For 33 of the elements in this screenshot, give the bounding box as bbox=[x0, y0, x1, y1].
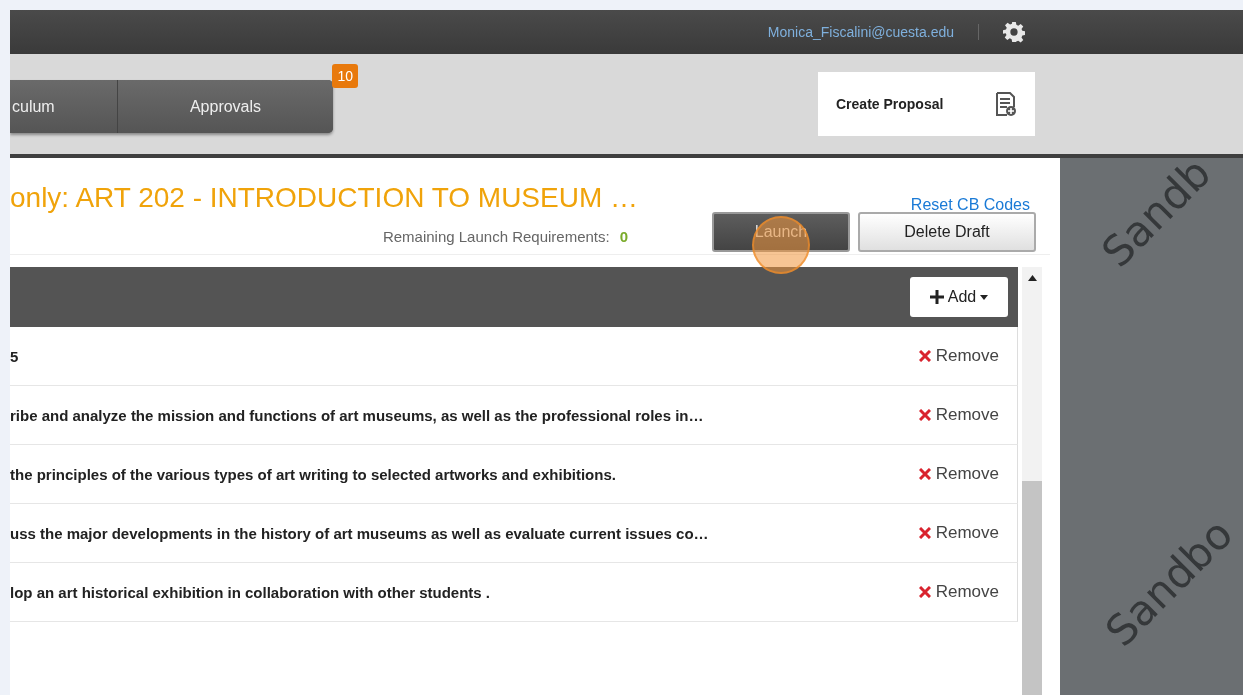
remove-button[interactable]: Remove bbox=[918, 346, 999, 366]
document-add-icon bbox=[995, 91, 1017, 117]
settings-icon[interactable] bbox=[1003, 21, 1025, 43]
plus-icon bbox=[929, 290, 944, 304]
proposal-title: only: ART 202 - INTRODUCTION TO MUSEUM … bbox=[10, 182, 639, 214]
outcome-text: ribe and analyze the mission and functions of art museums, as well as the professional roles in… bbox=[10, 406, 704, 424]
close-icon bbox=[918, 350, 931, 362]
delete-draft-button[interactable]: Delete Draft bbox=[858, 212, 1036, 252]
remove-button[interactable]: Remove bbox=[918, 405, 999, 425]
scrollbar-thumb[interactable] bbox=[1022, 481, 1042, 695]
requirements-count: 0 bbox=[619, 228, 629, 245]
close-icon bbox=[918, 527, 931, 539]
remove-button[interactable]: Remove bbox=[918, 582, 999, 602]
requirements-label: Remaining Launch Requirements: bbox=[382, 228, 610, 245]
reset-codes-link[interactable]: Reset CB Codes bbox=[910, 196, 1030, 214]
outcome-text: the principles of the various types of art writing to selected artworks and exhibitions. bbox=[10, 465, 616, 483]
nav-tab[interactable]: Approvals bbox=[118, 80, 333, 133]
remove-button[interactable]: Remove bbox=[918, 464, 999, 484]
nav-tab[interactable]: culum bbox=[10, 80, 118, 133]
outcome-text: uss the major developments in the history of art museums as well as evaluate current issues co… bbox=[10, 524, 709, 542]
scroll-up-icon[interactable] bbox=[1027, 275, 1037, 281]
create-proposal-button[interactable]: Create Proposal bbox=[818, 72, 1035, 136]
user-email-link[interactable]: Monica_Fiscalini@cuesta.edu bbox=[767, 24, 954, 40]
scrollbar[interactable] bbox=[1022, 267, 1042, 695]
close-icon bbox=[918, 468, 931, 480]
caret-icon bbox=[980, 294, 989, 300]
outcome-text: 5 bbox=[10, 347, 19, 365]
outcome-text: lop an art historical exhibition in collaboration with other students . bbox=[10, 583, 491, 601]
close-icon bbox=[918, 409, 931, 421]
count-badge: 10 bbox=[332, 64, 358, 88]
add-dropdown-button[interactable]: Add bbox=[910, 277, 1008, 317]
close-icon bbox=[918, 586, 931, 598]
remove-button[interactable]: Remove bbox=[918, 523, 999, 543]
